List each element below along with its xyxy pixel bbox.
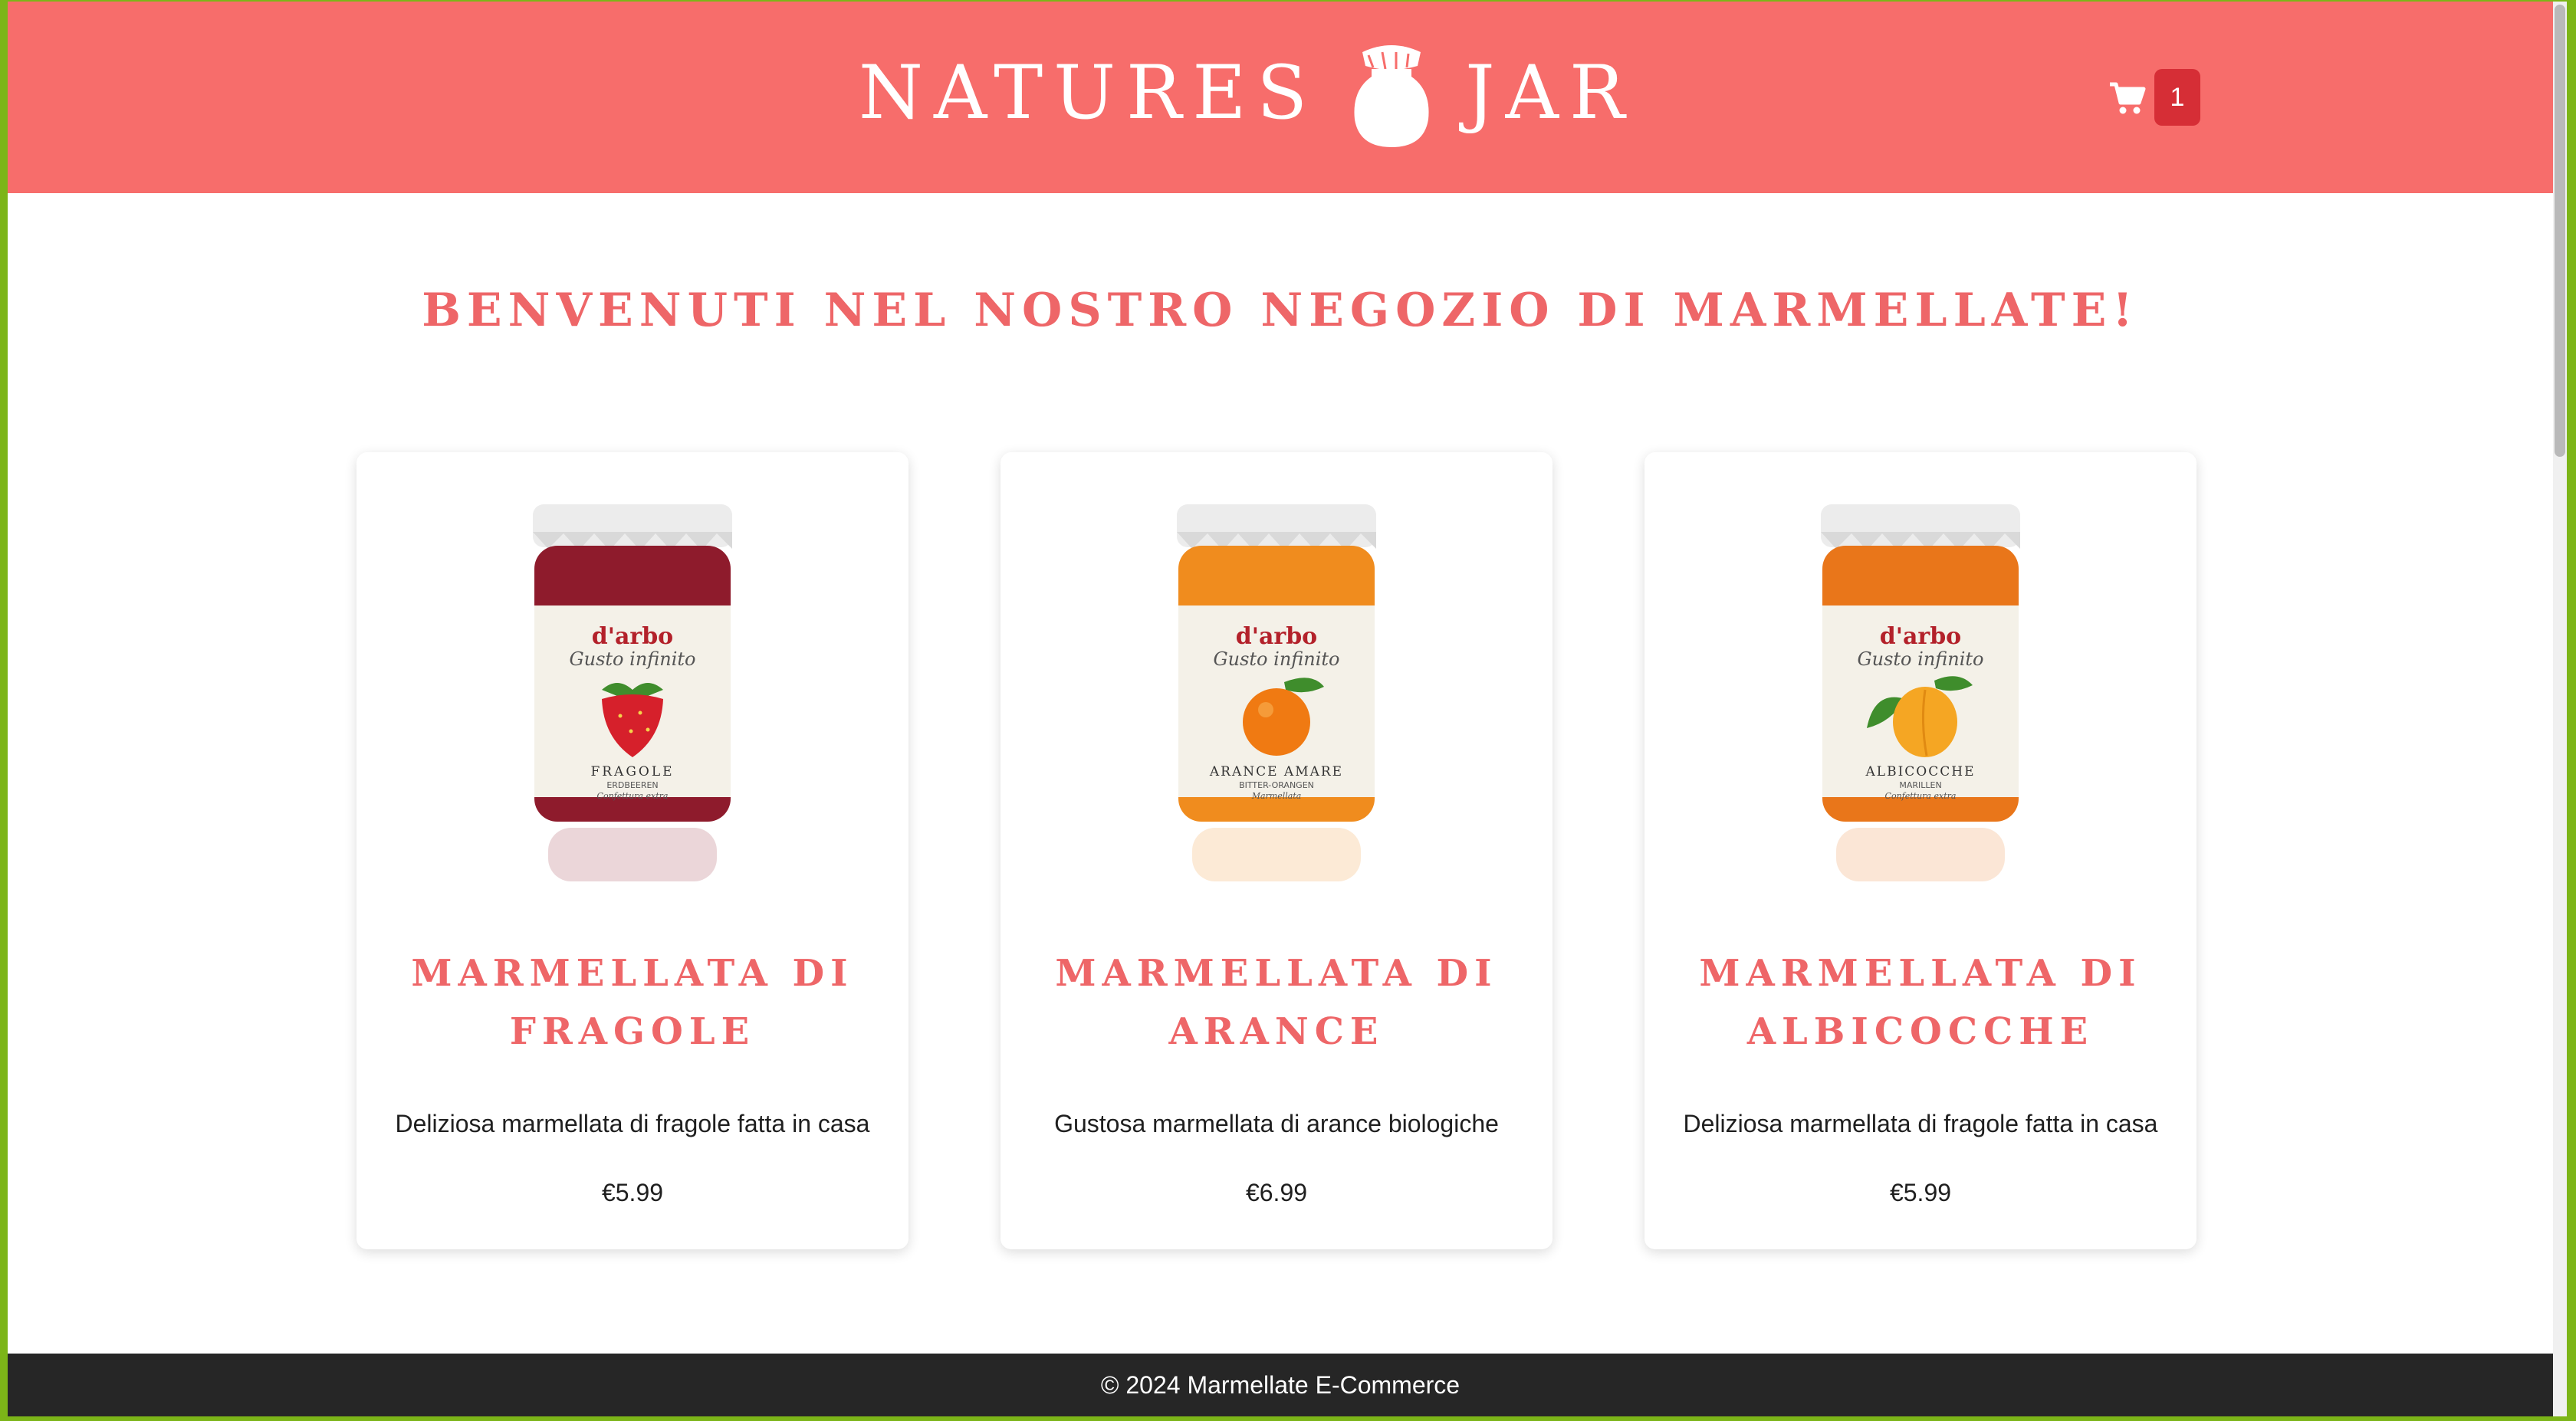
- brand-label: d'arbo: [592, 623, 673, 650]
- product-description: Deliziosa marmellata di fragole fatta in…: [1683, 1110, 2158, 1137]
- note-label: Marmellata: [1251, 791, 1302, 801]
- product-title: MARMELLATA DI FRAGOLE: [411, 952, 854, 1053]
- brand-label: d'arbo: [1236, 623, 1317, 650]
- cart-count-badge: 1: [2154, 69, 2200, 126]
- product-description: Deliziosa marmellata di fragole fatta in…: [395, 1110, 870, 1137]
- brand-label: d'arbo: [1880, 623, 1961, 650]
- orange-jam-jar-image[interactable]: d'arbo Gusto infinito ARANCE AMARE BITTE…: [1162, 498, 1392, 889]
- product-title: MARMELLATA DI ARANCE: [1055, 952, 1498, 1053]
- product-description: Gustosa marmellata di arance biologiche: [1054, 1110, 1499, 1137]
- logo-word-jar: JAR: [1465, 50, 1636, 136]
- product-image-wrap: d'arbo Gusto infinito FRAGOLE ERDBEEREN …: [356, 498, 909, 889]
- scrollbar-thumb[interactable]: [2555, 5, 2565, 457]
- product-price: €5.99: [601, 1179, 664, 1206]
- fruit-label: ARANCE AMARE: [1209, 764, 1343, 779]
- fruit-label: ALBICOCCHE: [1865, 764, 1976, 779]
- footer-copyright: © 2024 Marmellate E-Commerce: [1100, 1370, 1460, 1399]
- jar-icon: [1354, 45, 1429, 147]
- logo-word-natures: NATURES: [859, 50, 1319, 136]
- note-label: Confettura extra: [1885, 791, 1957, 801]
- line-label: Gusto infinito: [1857, 648, 1983, 670]
- page-title: BENVENUTI NEL NOSTRO NEGOZIO DI MARMELLA…: [422, 284, 2139, 337]
- fruit-alt-label: MARILLEN: [1899, 780, 1941, 790]
- product-card[interactable]: d'arbo Gusto infinito FRAGOLE ERDBEEREN …: [356, 452, 909, 1249]
- line-label: Gusto infinito: [1213, 648, 1339, 670]
- product-image-wrap: d'arbo Gusto infinito ALBICOCCHE MARILLE…: [1644, 498, 2196, 889]
- product-grid: d'arbo Gusto infinito FRAGOLE ERDBEEREN …: [356, 452, 2196, 1249]
- page-viewport: NATURES JAR 1 BENVENUTI NEL NOSTRO NEGOZ…: [8, 2, 2553, 1416]
- product-card[interactable]: d'arbo Gusto infinito ALBICOCCHE MARILLE…: [1644, 452, 2196, 1249]
- fruit-label: FRAGOLE: [590, 764, 674, 779]
- vertical-scrollbar[interactable]: [2553, 2, 2567, 1416]
- site-logo[interactable]: NATURES JAR: [859, 35, 1635, 150]
- product-price: €5.99: [1889, 1179, 1952, 1206]
- apricot-jam-jar-image[interactable]: d'arbo Gusto infinito ALBICOCCHE MARILLE…: [1806, 498, 2036, 889]
- product-price: €6.99: [1245, 1179, 1308, 1206]
- site-footer: © 2024 Marmellate E-Commerce: [8, 1354, 2553, 1416]
- product-image-wrap: d'arbo Gusto infinito ARANCE AMARE BITTE…: [1001, 498, 1552, 889]
- line-label: Gusto infinito: [569, 648, 695, 670]
- product-card[interactable]: d'arbo Gusto infinito ARANCE AMARE BITTE…: [1001, 452, 1552, 1249]
- cart-button[interactable]: 1: [2108, 69, 2200, 126]
- cart-icon: [2110, 82, 2146, 114]
- product-title: MARMELLATA DI ALBICOCCHE: [1699, 952, 2142, 1053]
- note-label: Confettura extra: [597, 791, 669, 801]
- fruit-alt-label: BITTER-ORANGEN: [1239, 780, 1314, 790]
- site-header: NATURES JAR 1: [8, 2, 2553, 193]
- fruit-alt-label: ERDBEEREN: [606, 780, 658, 790]
- strawberry-jam-jar-image[interactable]: d'arbo Gusto infinito FRAGOLE ERDBEEREN …: [518, 498, 748, 889]
